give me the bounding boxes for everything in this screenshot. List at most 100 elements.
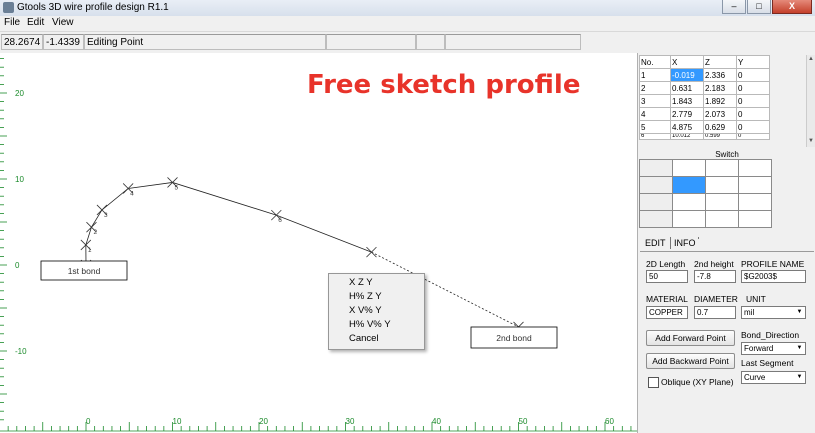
- scroll-down-icon[interactable]: ▼: [808, 138, 814, 144]
- switch-cell[interactable]: [639, 176, 673, 194]
- bond-direction-select[interactable]: Forward ▼: [741, 342, 806, 355]
- switch-cell[interactable]: [738, 193, 772, 211]
- cell-y[interactable]: 0: [736, 81, 770, 95]
- cell-no[interactable]: 3: [639, 94, 671, 108]
- cell-x[interactable]: 4.875: [670, 120, 704, 134]
- scroll-up-icon[interactable]: ▲: [808, 56, 814, 62]
- x-tick-label: 0: [86, 417, 91, 426]
- menu-edit[interactable]: Edit: [27, 17, 44, 28]
- window-title: Gtools 3D wire profile design R1.1: [17, 2, 169, 13]
- chevron-down-icon[interactable]: ▼: [794, 307, 805, 318]
- oblique-checkbox[interactable]: [648, 377, 659, 388]
- ctx-item-xzy[interactable]: X Z Y: [349, 277, 373, 288]
- status-x-value: 28.2674: [1, 34, 43, 50]
- table-row: 3 1.843 1.892 0: [639, 94, 770, 108]
- chevron-down-icon[interactable]: ▼: [794, 343, 805, 354]
- material-field[interactable]: COPPER: [646, 306, 688, 319]
- cell-no[interactable]: 5: [639, 120, 671, 134]
- add-forward-point-button[interactable]: Add Forward Point: [646, 330, 735, 346]
- length-field[interactable]: 50: [646, 270, 688, 283]
- switch-label: Switch: [715, 150, 739, 159]
- switch-cell[interactable]: [639, 193, 673, 211]
- oblique-label: Oblique (XY Plane): [661, 377, 734, 387]
- bottom-ruler: 0 10 20 30 40 50 60: [0, 417, 637, 432]
- profile-drawing[interactable]: 20 10 0 -10 0 10 20 30 40 50 60 1 2 3 4 5 6 1st bond 2…: [0, 53, 637, 433]
- cell-no[interactable]: 2: [639, 81, 671, 95]
- switch-cell[interactable]: [705, 193, 739, 211]
- switch-cell[interactable]: [705, 210, 739, 228]
- switch-cell[interactable]: [639, 210, 673, 228]
- col-header-z: Z: [703, 55, 737, 69]
- switch-cell[interactable]: [672, 193, 706, 211]
- unit-select[interactable]: mil ▼: [741, 306, 806, 319]
- switch-grid[interactable]: [639, 159, 772, 228]
- switch-cell[interactable]: [672, 210, 706, 228]
- cell-no[interactable]: 1: [639, 68, 671, 82]
- chevron-down-icon[interactable]: ▼: [794, 372, 805, 383]
- cell-x[interactable]: 10.012: [670, 133, 704, 140]
- tab-edit[interactable]: EDIT: [642, 237, 669, 249]
- col-header-y: Y: [736, 55, 770, 69]
- cell-y[interactable]: 0: [736, 133, 770, 140]
- profile-point-label: 1: [88, 247, 92, 254]
- ctx-item-hvy[interactable]: H% V% Y: [349, 319, 391, 330]
- cell-x-selected[interactable]: -0.019: [670, 68, 704, 82]
- ctx-item-xvy[interactable]: X V% Y: [349, 305, 382, 316]
- minimize-button[interactable]: –: [722, 0, 746, 14]
- add-backward-point-button[interactable]: Add Backward Point: [646, 353, 735, 369]
- cell-x[interactable]: 2.779: [670, 107, 704, 121]
- x-tick-label: 20: [259, 417, 268, 426]
- table-scrollbar[interactable]: ▲ ▼: [806, 55, 815, 147]
- diameter-field[interactable]: 0.7: [694, 306, 736, 319]
- cell-y[interactable]: 0: [736, 107, 770, 121]
- profile-name-field[interactable]: $G2003$: [741, 270, 806, 283]
- switch-cell[interactable]: [705, 176, 739, 194]
- diameter-label: DIAMETER: [694, 294, 738, 304]
- second-bond-label: 2nd bond: [496, 333, 532, 343]
- unit-select-value: mil: [744, 308, 755, 317]
- ctx-item-cancel[interactable]: Cancel: [349, 333, 379, 344]
- x-tick-label: 50: [519, 417, 528, 426]
- cell-no[interactable]: 6: [639, 133, 671, 140]
- switch-cell[interactable]: [705, 159, 739, 177]
- x-tick-label: 10: [173, 417, 182, 426]
- height-field[interactable]: -7.8: [694, 270, 736, 283]
- close-button[interactable]: X: [772, 0, 812, 14]
- drawing-canvas[interactable]: 20 10 0 -10 0 10 20 30 40 50 60 1 2 3 4 5 6 1st bond 2…: [0, 53, 637, 433]
- menu-view[interactable]: View: [52, 17, 74, 28]
- switch-cell[interactable]: [738, 159, 772, 177]
- cell-no[interactable]: 4: [639, 107, 671, 121]
- cell-x[interactable]: 1.843: [670, 94, 704, 108]
- cell-x[interactable]: 0.631: [670, 81, 704, 95]
- menu-file[interactable]: File: [4, 17, 20, 28]
- switch-cell[interactable]: [738, 210, 772, 228]
- maximize-button[interactable]: □: [747, 0, 771, 14]
- switch-cell[interactable]: [672, 159, 706, 177]
- table-header-row: No. X Z Y: [639, 55, 770, 69]
- last-segment-select[interactable]: Curve ▼: [741, 371, 806, 384]
- cell-z[interactable]: 0.629: [703, 120, 737, 134]
- y-tick-label: 10: [15, 175, 24, 184]
- cell-z[interactable]: 1.892: [703, 94, 737, 108]
- cell-y[interactable]: 0: [736, 120, 770, 134]
- cell-z[interactable]: 2.183: [703, 81, 737, 95]
- profile-point-label: 4: [130, 190, 134, 197]
- profile-point-label: 6: [278, 217, 282, 224]
- table-row: 6 10.012 0.599 0: [639, 133, 770, 140]
- ctx-item-hzy[interactable]: H% Z Y: [349, 291, 382, 302]
- col-header-no: No.: [639, 55, 671, 69]
- points-table[interactable]: No. X Z Y 1 -0.019 2.336 0 2 0.631 2.183…: [639, 55, 770, 140]
- last-segment-label: Last Segment: [741, 358, 794, 368]
- tab-divider: [640, 251, 814, 252]
- cell-z[interactable]: 2.336: [703, 68, 737, 82]
- switch-cell-selected[interactable]: [672, 176, 706, 194]
- cell-y[interactable]: 0: [736, 94, 770, 108]
- table-row: 4 2.779 2.073 0: [639, 107, 770, 121]
- switch-cell[interactable]: [738, 176, 772, 194]
- cell-y[interactable]: 0: [736, 68, 770, 82]
- profile-point-label: 3: [104, 212, 108, 219]
- tab-info[interactable]: INFO: [670, 237, 699, 249]
- switch-cell[interactable]: [639, 159, 673, 177]
- cell-z[interactable]: 2.073: [703, 107, 737, 121]
- cell-z[interactable]: 0.599: [703, 133, 737, 140]
